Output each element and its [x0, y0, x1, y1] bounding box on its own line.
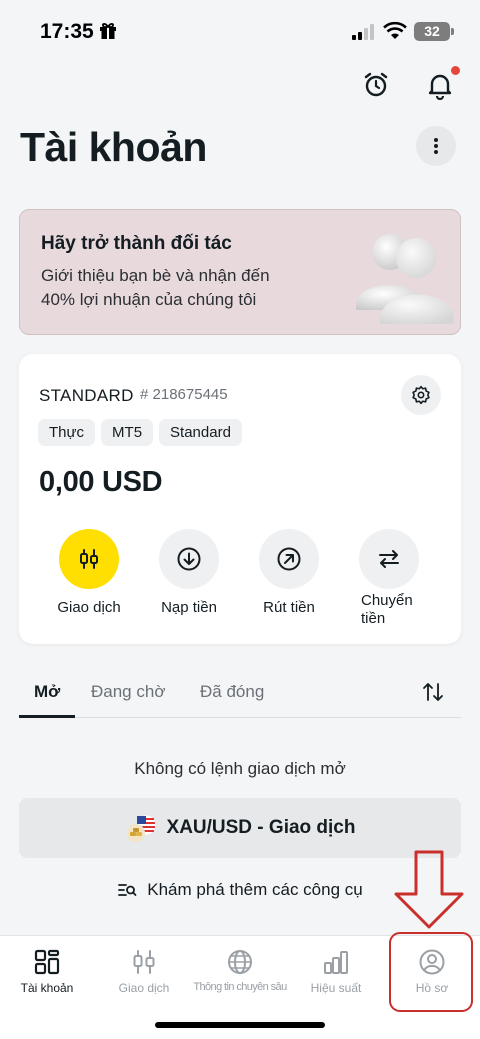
- account-balance: 0,00 USD: [39, 466, 163, 498]
- account-tag: Standard: [159, 419, 242, 446]
- down-arrow-annotation-icon: [394, 850, 464, 929]
- explore-instruments-label: Khám phá thêm các công cụ: [147, 880, 363, 899]
- more-options-button[interactable]: [416, 126, 456, 166]
- more-vertical-icon: [434, 138, 438, 154]
- alarm-clock-icon[interactable]: [361, 70, 391, 100]
- nav-item-trade[interactable]: Giao dịch: [110, 936, 178, 1006]
- notification-dot: [451, 66, 460, 75]
- transfer-label-line: Chuyển: [361, 592, 413, 609]
- nav-label: Hiệu suất: [310, 981, 362, 995]
- signal-icon: [352, 24, 374, 40]
- gold-usd-flag-icon: [126, 814, 156, 842]
- trade-button-circle[interactable]: [59, 529, 119, 589]
- account-number: # 218675445: [140, 386, 228, 403]
- page-title: Tài khoản: [20, 124, 207, 170]
- partner-banner-text: Giới thiệu bạn bè và nhận đến: [41, 266, 270, 285]
- transfer-label-line: tiền: [361, 610, 386, 627]
- nav-label: Giao dịch: [118, 981, 170, 995]
- battery-cap: [451, 28, 454, 35]
- account-settings-button[interactable]: [401, 375, 441, 415]
- deposit-icon: [177, 547, 201, 571]
- sort-icon[interactable]: [421, 680, 445, 704]
- trade-xauusd-button[interactable]: XAU/USD - Giao dịch: [19, 798, 461, 858]
- battery-indicator: 32: [414, 22, 450, 41]
- transfer-icon: [379, 550, 399, 568]
- transfer-button[interactable]: Chuyển tiền: [344, 529, 434, 628]
- trade-button[interactable]: Giao dịch: [44, 529, 134, 617]
- nav-item-accounts[interactable]: Tài khoản: [8, 936, 86, 1006]
- withdraw-button[interactable]: Rút tiền: [244, 529, 334, 617]
- account-type: STANDARD: [39, 386, 134, 405]
- nav-item-performance[interactable]: Hiệu suất: [300, 936, 372, 1006]
- tab-open[interactable]: Mở: [34, 682, 60, 702]
- partner-banner-text: 40% lợi nhuận của chúng tôi: [41, 290, 257, 309]
- wifi-icon: [383, 21, 407, 39]
- gear-icon: [412, 385, 430, 405]
- bell-icon[interactable]: [425, 70, 455, 100]
- order-tabs: Mở Đang chờ Đã đóng: [19, 672, 461, 718]
- tab-pending[interactable]: Đang chờ: [91, 682, 165, 702]
- list-search-icon: [118, 884, 137, 896]
- account-card[interactable]: STANDARD # 218675445 Thực MT5 Standard 0…: [19, 354, 461, 644]
- nav-label: Thông tin chuyên sâu: [193, 981, 287, 993]
- home-indicator: [155, 1022, 325, 1028]
- bar-chart-icon: [324, 951, 348, 974]
- withdraw-button-circle[interactable]: [259, 529, 319, 589]
- deposit-button-label: Nạp tiền: [161, 599, 217, 616]
- nav-item-insights[interactable]: Thông tin chuyên sâu: [170, 936, 310, 1006]
- withdraw-button-label: Rút tiền: [263, 599, 315, 616]
- account-tag: MT5: [101, 419, 154, 446]
- gift-icon: [100, 23, 116, 39]
- accounts-grid-icon: [34, 949, 60, 975]
- account-tags: Thực MT5 Standard: [38, 419, 242, 446]
- account-tag: Thực: [38, 419, 96, 446]
- withdraw-icon: [277, 547, 301, 571]
- highlight-box: [389, 932, 473, 1012]
- transfer-button-label: Chuyển tiền: [344, 592, 434, 628]
- empty-orders-text: Không có lệnh giao dịch mở: [134, 759, 346, 778]
- trade-button-label: Giao dịch: [57, 599, 121, 616]
- deposit-button-circle[interactable]: [159, 529, 219, 589]
- partners-illustration-icon: [356, 234, 454, 324]
- status-time: 17:35: [40, 20, 94, 43]
- active-tab-indicator: [19, 715, 75, 718]
- tab-closed[interactable]: Đã đóng: [200, 682, 264, 702]
- candlestick-icon: [133, 950, 155, 974]
- transfer-button-circle[interactable]: [359, 529, 419, 589]
- status-bar: 17:35 32: [0, 0, 480, 62]
- globe-icon: [228, 950, 252, 974]
- nav-label: Tài khoản: [20, 981, 74, 995]
- partner-banner[interactable]: Hãy trở thành đối tác Giới thiệu bạn bè …: [19, 209, 461, 335]
- partner-banner-title: Hãy trở thành đối tác: [41, 233, 232, 254]
- candlestick-icon: [80, 549, 98, 569]
- deposit-button[interactable]: Nạp tiền: [144, 529, 234, 617]
- trade-xauusd-label: XAU/USD - Giao dịch: [166, 817, 356, 838]
